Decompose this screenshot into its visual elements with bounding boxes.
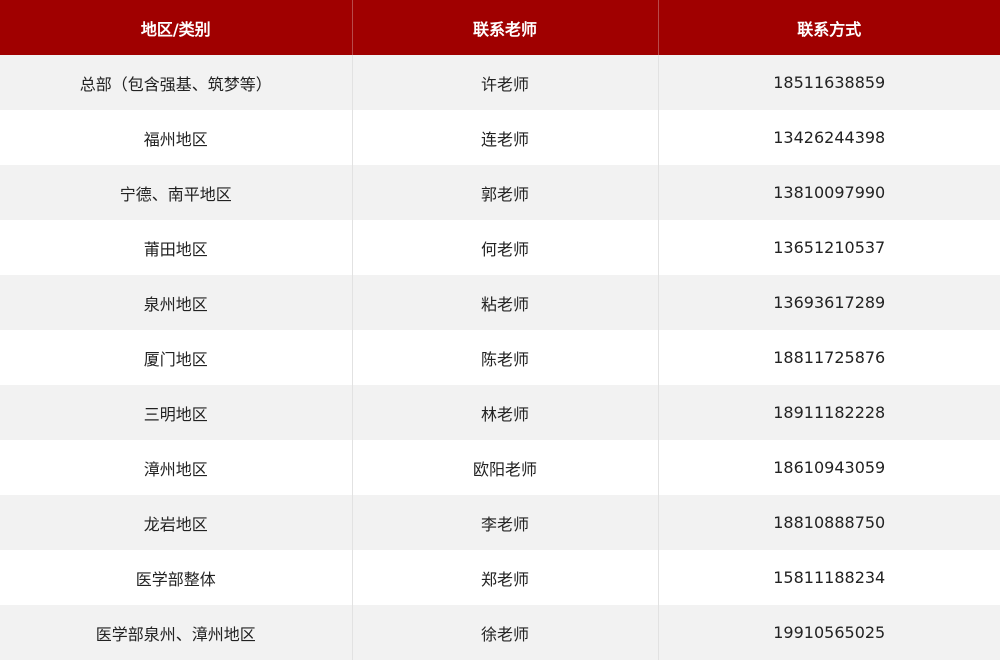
region-cell: 厦门地区: [0, 330, 353, 385]
teacher-cell: 陈老师: [352, 330, 659, 385]
table-row: 泉州地区 粘老师 13693617289: [0, 275, 1000, 330]
table-row: 漳州地区 欧阳老师 18610943059: [0, 440, 1000, 495]
teacher-cell: 欧阳老师: [352, 440, 659, 495]
phone-cell: 15811188234: [658, 550, 1000, 605]
teacher-cell: 何老师: [352, 220, 659, 275]
table-row: 龙岩地区 李老师 18810888750: [0, 495, 1000, 550]
table-row: 莆田地区 何老师 13651210537: [0, 220, 1000, 275]
region-cell: 医学部泉州、漳州地区: [0, 605, 353, 660]
phone-cell: 13651210537: [658, 220, 1000, 275]
table-row: 医学部整体 郑老师 15811188234: [0, 550, 1000, 605]
teacher-cell: 许老师: [352, 55, 659, 110]
teacher-cell: 郑老师: [352, 550, 659, 605]
table-row: 厦门地区 陈老师 18811725876: [0, 330, 1000, 385]
teacher-cell: 林老师: [352, 385, 659, 440]
teacher-cell: 粘老师: [352, 275, 659, 330]
phone-cell: 13810097990: [658, 165, 1000, 220]
teacher-cell: 连老师: [352, 110, 659, 165]
region-cell: 宁德、南平地区: [0, 165, 353, 220]
phone-cell: 13693617289: [658, 275, 1000, 330]
region-cell: 三明地区: [0, 385, 353, 440]
table-body: 总部（包含强基、筑梦等） 许老师 18511638859 福州地区 连老师 13…: [0, 55, 1000, 660]
region-cell: 漳州地区: [0, 440, 353, 495]
header-region: 地区/类别: [0, 0, 353, 55]
region-cell: 龙岩地区: [0, 495, 353, 550]
teacher-cell: 徐老师: [352, 605, 659, 660]
header-row: 地区/类别 联系老师 联系方式: [0, 0, 1000, 55]
table-row: 三明地区 林老师 18911182228: [0, 385, 1000, 440]
phone-cell: 18810888750: [658, 495, 1000, 550]
table-row: 医学部泉州、漳州地区 徐老师 19910565025: [0, 605, 1000, 660]
table-header: 地区/类别 联系老师 联系方式: [0, 0, 1000, 55]
table-row: 总部（包含强基、筑梦等） 许老师 18511638859: [0, 55, 1000, 110]
region-cell: 泉州地区: [0, 275, 353, 330]
region-cell: 莆田地区: [0, 220, 353, 275]
phone-cell: 18610943059: [658, 440, 1000, 495]
phone-cell: 19910565025: [658, 605, 1000, 660]
teacher-cell: 郭老师: [352, 165, 659, 220]
phone-cell: 18811725876: [658, 330, 1000, 385]
contact-table: 地区/类别 联系老师 联系方式 总部（包含强基、筑梦等） 许老师 1851163…: [0, 0, 1000, 660]
region-cell: 总部（包含强基、筑梦等）: [0, 55, 353, 110]
table-row: 福州地区 连老师 13426244398: [0, 110, 1000, 165]
header-contact: 联系方式: [658, 0, 1000, 55]
phone-cell: 18911182228: [658, 385, 1000, 440]
region-cell: 医学部整体: [0, 550, 353, 605]
region-cell: 福州地区: [0, 110, 353, 165]
teacher-cell: 李老师: [352, 495, 659, 550]
table-row: 宁德、南平地区 郭老师 13810097990: [0, 165, 1000, 220]
header-teacher: 联系老师: [352, 0, 659, 55]
phone-cell: 13426244398: [658, 110, 1000, 165]
phone-cell: 18511638859: [658, 55, 1000, 110]
